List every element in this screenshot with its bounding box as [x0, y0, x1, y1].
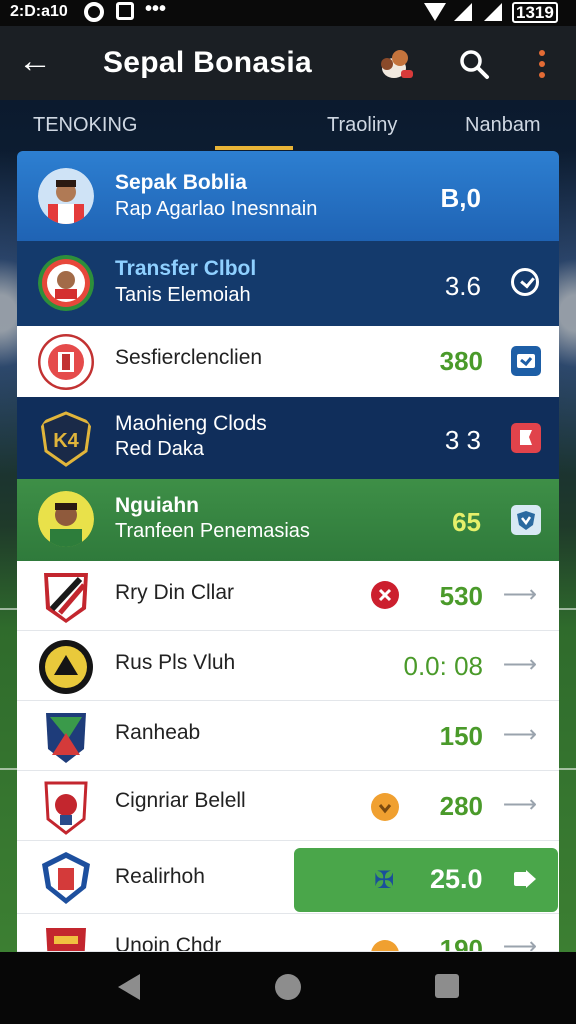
list-item[interactable]: Unoin Chdr 190 ⟶	[17, 914, 559, 952]
item-value: B,0	[440, 183, 481, 213]
list-item[interactable]: Nguiahn Tranfeen Penemasias 65	[17, 479, 559, 561]
nav-recents-icon[interactable]	[435, 974, 459, 998]
list-item[interactable]: Sesfierclenclien 380	[17, 326, 559, 397]
list-item[interactable]: Transfer Clbol Tanis Elemoiah 3.6	[17, 241, 559, 326]
tab-tenoking[interactable]: TENOKING	[33, 114, 137, 137]
chevron-right-icon[interactable]: ⟶	[503, 720, 537, 749]
svg-text:K4: K4	[53, 430, 79, 452]
list-item[interactable]: Ranheab 150 ⟶	[17, 701, 559, 771]
puzzle-icon: ✠	[374, 867, 395, 894]
search-icon[interactable]	[458, 48, 490, 80]
warning-badge-icon[interactable]	[371, 793, 399, 821]
club-crest	[38, 334, 94, 390]
item-value: 380	[439, 346, 483, 376]
active-tab-indicator	[215, 146, 293, 150]
item-name: Rry Din Cllar	[115, 581, 235, 604]
nav-back-icon[interactable]	[118, 974, 140, 1000]
item-value: 3 3	[444, 425, 481, 455]
tab-nanbam[interactable]: Nanbam	[465, 114, 541, 137]
highlighted-value-button[interactable]: ✠ 25.0	[294, 848, 558, 912]
signal-icon	[484, 3, 502, 21]
status-bar: 2:D:a10 ••• 1319	[0, 0, 576, 26]
item-value: 190	[439, 934, 483, 952]
chevron-right-icon[interactable]: ⟶	[503, 650, 537, 679]
item-value: 280	[439, 791, 483, 821]
mascot-icon[interactable]	[376, 46, 416, 82]
item-name: Realirhoh	[115, 865, 205, 888]
player-avatar	[38, 491, 94, 547]
item-subtitle: Rap Agarlao Inesnnain	[115, 198, 318, 220]
item-name: Rus Pls Vluh	[115, 651, 236, 674]
app-notification-icon	[116, 2, 134, 20]
item-value: 530	[439, 581, 483, 611]
player-avatar	[38, 168, 94, 224]
item-subtitle: Red Daka	[115, 438, 204, 460]
check-circle-icon[interactable]	[511, 268, 539, 296]
status-time: 2:D:a10	[10, 3, 68, 20]
item-name: Ranheab	[115, 721, 201, 744]
item-name: Sesfierclenclien	[115, 346, 263, 369]
tab-traoliny[interactable]: Traoliny	[327, 114, 397, 137]
club-crest: K4	[40, 411, 92, 467]
player-avatar	[38, 255, 94, 311]
shield-icon[interactable]	[511, 505, 541, 535]
item-value: 150	[439, 721, 483, 751]
tab-bar: TENOKING Traoliny Nanbam	[0, 100, 576, 152]
club-crest	[46, 928, 86, 951]
item-value: 25.0	[430, 864, 483, 894]
warning-badge-icon[interactable]	[371, 940, 399, 951]
item-name: Maohieng Clods	[115, 412, 267, 435]
item-subtitle: Tranfeen Penemasias	[115, 520, 310, 542]
item-value: 3.6	[444, 271, 481, 301]
chevron-right-icon[interactable]: ⟶	[503, 580, 537, 609]
system-navigation-bar	[0, 952, 576, 1024]
battery-indicator: 1319	[512, 2, 558, 23]
close-badge-icon[interactable]	[371, 581, 399, 609]
club-crest	[44, 573, 88, 623]
item-subtitle: Tanis Elemoiah	[115, 284, 251, 306]
club-crest	[39, 640, 93, 694]
item-name: Transfer Clbol	[115, 257, 257, 280]
list-item[interactable]: Rus Pls Vluh 0.0: 08 ⟶	[17, 631, 559, 701]
item-value: 65	[452, 507, 481, 537]
item-name: Sepak Boblia	[115, 171, 247, 194]
list-item[interactable]: K4 Maohieng Clods Red Daka 3 3	[17, 397, 559, 479]
club-crest	[46, 713, 86, 763]
chevron-right-icon[interactable]: ⟶	[503, 790, 537, 819]
flag-icon[interactable]	[511, 423, 541, 453]
club-crest	[44, 781, 88, 835]
list-item[interactable]: Cignriar Belell 280 ⟶	[17, 771, 559, 841]
club-crest	[42, 852, 90, 904]
nav-home-icon[interactable]	[275, 974, 301, 1000]
signal-icon	[454, 3, 472, 21]
more-notifications-icon: •••	[145, 0, 167, 20]
item-name: Nguiahn	[115, 494, 199, 517]
list-item[interactable]: Rry Din Cllar 530 ⟶	[17, 561, 559, 631]
more-options-icon[interactable]	[536, 50, 548, 80]
item-name: Unoin Chdr	[115, 934, 222, 952]
shield-check-icon[interactable]	[511, 346, 541, 376]
item-name: Cignriar Belell	[115, 789, 246, 812]
item-value: 0.0: 08	[403, 651, 483, 681]
list-item[interactable]: Sepak Boblia Rap Agarlao Inesnnain B,0	[17, 151, 559, 241]
chevron-right-icon[interactable]: ⟶	[503, 932, 537, 951]
notification-icon	[84, 2, 104, 22]
share-arrow-icon[interactable]	[512, 868, 538, 890]
wifi-icon	[424, 3, 446, 21]
back-arrow-icon[interactable]: ←	[18, 44, 52, 78]
app-header: ← Sepal Bonasia	[0, 26, 576, 100]
page-title: Sepal Bonasia	[103, 46, 312, 79]
